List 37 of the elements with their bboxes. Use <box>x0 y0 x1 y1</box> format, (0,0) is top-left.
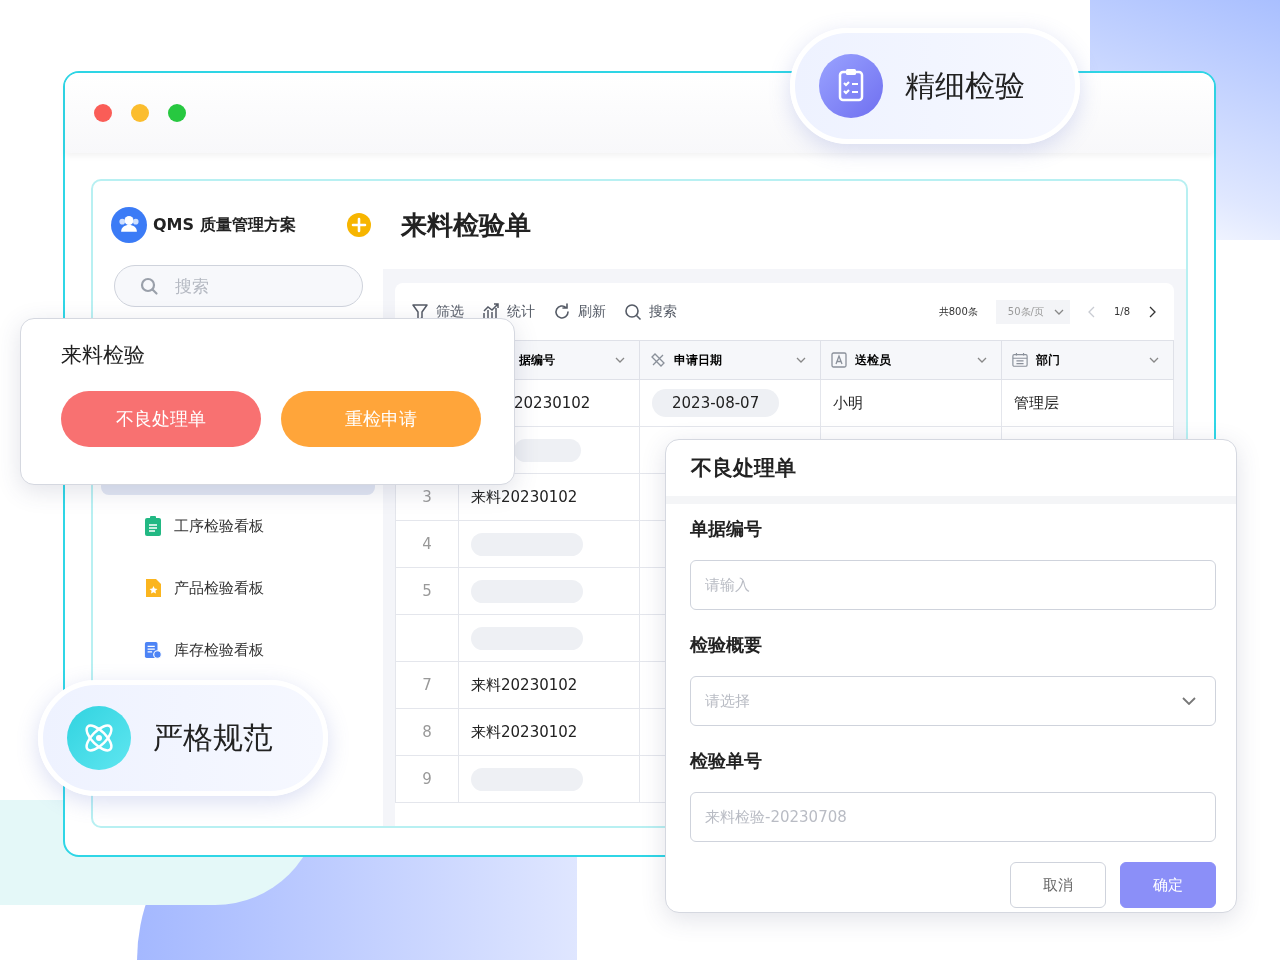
input-field[interactable]: 来料检验-20230708 <box>690 792 1216 842</box>
toolbar-button[interactable]: 筛选 <box>411 302 464 321</box>
column-header[interactable]: 送检员 <box>820 340 1002 380</box>
row-number: 7 <box>422 676 432 694</box>
page-title: 来料检验单 <box>400 208 532 242</box>
nav-item[interactable]: 产品检验看板 <box>101 570 375 606</box>
row-number: 4 <box>422 535 432 553</box>
select-field[interactable]: 请选择 <box>690 676 1216 726</box>
dialog-title: 不良处理单 <box>690 455 796 482</box>
row-number: 9 <box>422 770 432 788</box>
toolbar-button[interactable]: 搜索 <box>624 302 677 321</box>
column-header[interactable]: 部门 <box>1001 340 1174 380</box>
row-number: 3 <box>422 488 432 506</box>
total-count: 共800条 <box>938 304 978 319</box>
date-chip: 2023-08-07 <box>652 389 780 417</box>
field-label: 检验概要 <box>690 633 762 657</box>
toolbar-button[interactable]: 刷新 <box>553 302 606 321</box>
toolbar-button[interactable]: 统计 <box>482 302 535 321</box>
table-cell: 管理层 <box>1014 393 1059 412</box>
row-number: 8 <box>422 723 432 741</box>
search-field[interactable]: 搜索 <box>114 265 363 307</box>
table-cell: 20230102 <box>514 394 591 412</box>
app-name: QMS 质量管理方案 <box>153 214 296 236</box>
table-cell: 来料20230102 <box>471 487 578 506</box>
table-cell: 来料20230102 <box>471 722 578 741</box>
nav-item[interactable]: 工序检验看板 <box>101 508 375 544</box>
row-number: 5 <box>422 582 432 600</box>
popover-title: 来料检验 <box>61 342 145 369</box>
cancel-button[interactable]: 取消 <box>1010 862 1106 908</box>
nav-item[interactable]: 库存检验看板 <box>101 632 375 668</box>
field-label: 检验单号 <box>690 749 762 773</box>
column-header[interactable]: 申请日期 <box>639 340 821 380</box>
table-cell: 来料20230102 <box>471 675 578 694</box>
input-field[interactable]: 请输入 <box>690 560 1216 610</box>
page-indicator: 1/8 <box>1113 306 1130 317</box>
table-cell: 小明 <box>833 393 863 412</box>
field-label: 单据编号 <box>690 517 762 541</box>
